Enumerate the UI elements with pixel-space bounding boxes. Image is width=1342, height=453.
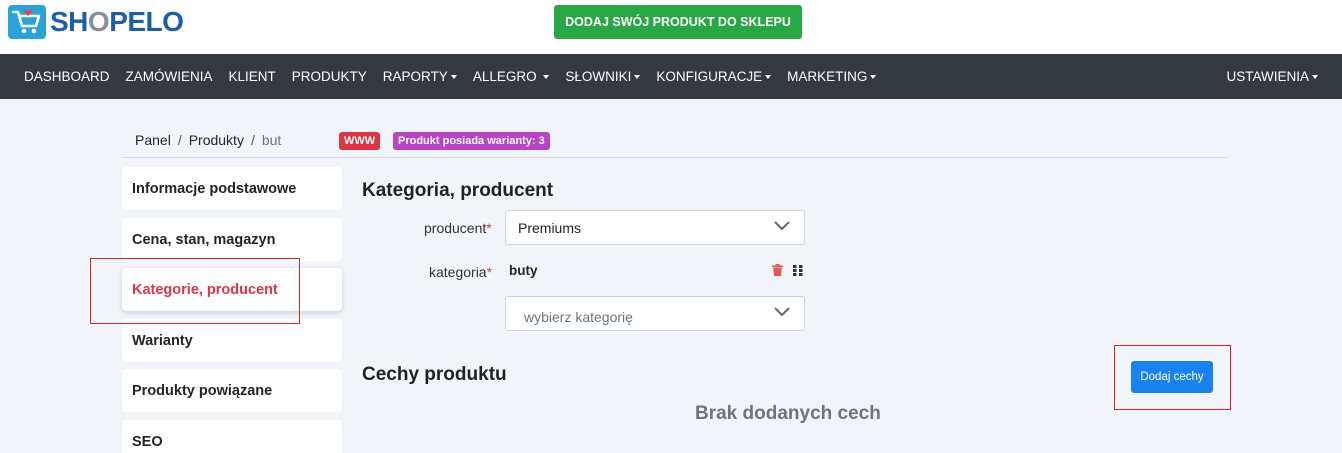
no-features-message: Brak dodanych cech [695, 403, 881, 424]
side-item-price-stock[interactable]: Cena, stan, magazyn [122, 218, 342, 261]
caret-down-icon [543, 74, 550, 79]
caret-down-icon [450, 74, 457, 79]
www-badge[interactable]: WWW [339, 132, 381, 150]
nav-products[interactable]: PRODUKTY [284, 69, 375, 84]
breadcrumb-panel[interactable]: Panel [135, 132, 171, 148]
chevron-down-icon [774, 221, 790, 231]
category-select[interactable]: wybierz kategorię [505, 296, 805, 331]
nav-reports[interactable]: RAPORTY [375, 69, 465, 84]
section-title-category: Kategoria, producent [362, 180, 554, 201]
logo-text: SHOPELO [50, 6, 184, 37]
nav-dictionaries[interactable]: SŁOWNIKI [557, 69, 648, 84]
caret-down-icon [634, 74, 641, 79]
nav-settings[interactable]: USTAWIENIA [1202, 69, 1326, 84]
breadcrumb: Panel / Produkty / but [135, 132, 282, 148]
nav-allegro[interactable]: ALLEGRO [465, 69, 558, 84]
chevron-down-icon [774, 307, 790, 317]
nav-client[interactable]: KLIENT [221, 69, 284, 84]
producer-label: producent* [424, 220, 492, 236]
caret-down-icon [765, 74, 772, 79]
section-title-features: Cechy produktu [362, 364, 507, 385]
producer-select[interactable]: Premiums [505, 210, 805, 245]
highlight-box-categories [90, 258, 300, 324]
drag-handle-icon[interactable] [793, 265, 803, 276]
breadcrumb-products[interactable]: Produkty [189, 132, 244, 148]
cart-icon [8, 5, 46, 39]
caret-down-icon [870, 74, 877, 79]
side-item-basic-info[interactable]: Informacje podstawowe [122, 167, 342, 210]
nav-marketing[interactable]: MARKETING [779, 69, 884, 84]
main-nav: DASHBOARD ZAMÓWIENIA KLIENT PRODUKTY RAP… [0, 54, 1342, 99]
nav-orders[interactable]: ZAMÓWIENIA [118, 69, 221, 84]
nav-configuration[interactable]: KONFIGURACJE [648, 69, 779, 84]
divider [122, 157, 1228, 158]
top-header: SHOPELO DODAJ SWÓJ PRODUKT DO SKLEPU [0, 0, 1342, 54]
breadcrumb-current: but [261, 132, 282, 148]
shopelo-logo[interactable]: SHOPELO [8, 5, 184, 39]
trash-icon[interactable] [772, 264, 783, 276]
nav-dashboard[interactable]: DASHBOARD [0, 69, 118, 84]
side-item-related-products[interactable]: Produkty powiązane [122, 369, 342, 412]
category-label: kategoria* [429, 264, 493, 280]
caret-down-icon [1312, 74, 1318, 79]
variants-badge: Produkt posiada warianty: 3 [393, 132, 550, 150]
add-product-button[interactable]: DODAJ SWÓJ PRODUKT DO SKLEPU [554, 5, 802, 39]
category-tag: buty [509, 263, 538, 278]
side-item-seo[interactable]: SEO [122, 420, 342, 453]
side-item-variants[interactable]: Warianty [122, 319, 342, 362]
highlight-box-add-features [1114, 345, 1231, 410]
